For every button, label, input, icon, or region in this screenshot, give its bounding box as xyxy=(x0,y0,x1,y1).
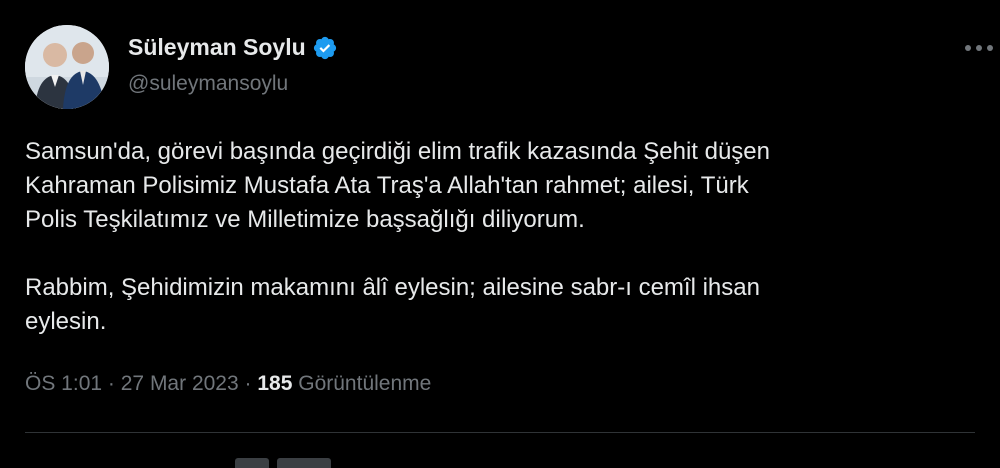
avatar-photo xyxy=(25,25,109,109)
avatar[interactable] xyxy=(25,25,109,109)
divider xyxy=(25,432,975,433)
author-handle[interactable]: @suleymansoylu xyxy=(128,72,288,96)
tweet-text-line: Kahraman Polisimiz Mustafa Ata Traş'a Al… xyxy=(25,172,749,199)
meta-separator: · xyxy=(107,372,115,395)
author-name-text: Süleyman Soylu xyxy=(128,34,306,60)
tweet-text-line: eylesin. xyxy=(25,308,107,335)
author-name[interactable]: Süleyman Soylu xyxy=(128,34,338,61)
action-count-placeholder xyxy=(235,458,269,468)
tweet-text: Samsun'da, görevi başında geçirdiği elim… xyxy=(25,135,975,339)
views-count[interactable]: 185 xyxy=(257,372,292,395)
tweet-text-line: Rabbim, Şehidimizin makamını âlî eylesin… xyxy=(25,274,760,301)
tweet-meta: ÖS 1:01 · 27 Mar 2023 · 185 Görüntülenme xyxy=(25,372,431,396)
tweet-text-line: Samsun'da, görevi başında geçirdiği elim… xyxy=(25,138,770,165)
tweet-time[interactable]: ÖS 1:01 xyxy=(25,372,102,395)
more-horizontal-icon xyxy=(965,45,993,51)
verified-badge-icon xyxy=(312,35,338,61)
more-options-button[interactable] xyxy=(962,36,996,60)
action-bar xyxy=(25,452,975,468)
tweet-date[interactable]: 27 Mar 2023 xyxy=(121,372,239,395)
action-label-placeholder xyxy=(277,458,331,468)
meta-separator: · xyxy=(244,372,252,395)
views-label[interactable]: Görüntülenme xyxy=(298,372,431,395)
tweet-card: Süleyman Soylu @suleymansoylu Samsun'da,… xyxy=(0,0,1000,468)
tweet-text-line: Polis Teşkilatımız ve Milletimize başsağ… xyxy=(25,206,585,233)
